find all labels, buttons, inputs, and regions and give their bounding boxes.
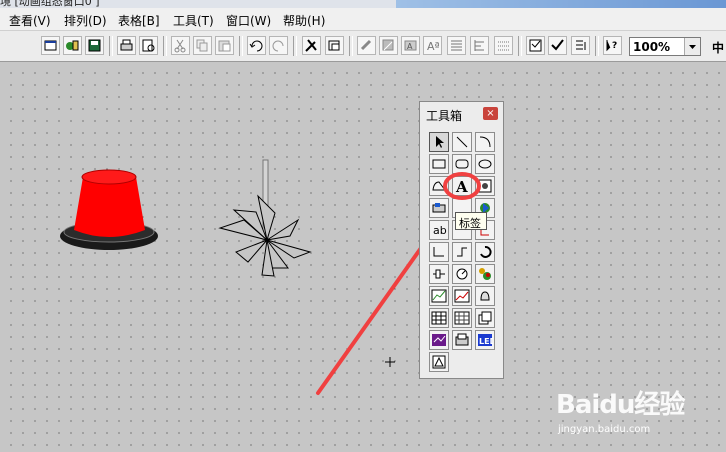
symbol-library-tool[interactable]	[429, 352, 449, 372]
menu-view[interactable]: 查看(V)	[9, 12, 51, 29]
distribute-button[interactable]	[470, 36, 489, 55]
tools-button[interactable]	[302, 36, 321, 55]
svg-text:ab: ab	[433, 224, 447, 237]
print-preview-button[interactable]	[139, 36, 158, 55]
menu-bar: 查看(V) 排列(D) 表格[B] 工具(T) 窗口(W) 帮助(H)	[0, 8, 726, 31]
watermark-url: jingyan.baidu.com	[558, 424, 651, 435]
animation-tool[interactable]	[475, 264, 495, 284]
layers-tool[interactable]	[475, 308, 495, 328]
toolbox-header[interactable]: 工具箱 ×	[420, 102, 503, 124]
title-bar: 境 [动画组态窗口0 ]	[0, 0, 726, 8]
paste-button[interactable]	[215, 36, 234, 55]
format-brush-button[interactable]	[357, 36, 376, 55]
pipe-elbow-tool[interactable]	[452, 242, 472, 262]
history-trend-tool[interactable]	[452, 286, 472, 306]
tooltip: 标签	[455, 212, 487, 230]
pipe-tool[interactable]	[429, 242, 449, 262]
title-bar-gradient	[396, 0, 726, 8]
trend-chart-tool[interactable]	[429, 286, 449, 306]
menu-window[interactable]: 窗口(W)	[226, 12, 271, 29]
standard-button-tool[interactable]	[429, 198, 449, 218]
line-color-button[interactable]: A	[401, 36, 420, 55]
rectangle-tool[interactable]	[429, 154, 449, 174]
zoom-select[interactable]: 100%	[629, 37, 701, 56]
font-button[interactable]: Aª	[423, 36, 442, 55]
menu-tools[interactable]: 工具(T)	[173, 12, 214, 29]
frame-button[interactable]	[325, 36, 344, 55]
bitmap-tool[interactable]	[475, 176, 495, 196]
properties-button[interactable]	[526, 36, 545, 55]
toolbar-trailing-label: 中	[712, 41, 725, 55]
chevron-down-icon[interactable]	[684, 38, 700, 55]
alarm-bell-tool[interactable]	[475, 286, 495, 306]
watermark-brand: Baidu经验	[556, 390, 685, 420]
grid-button[interactable]	[494, 36, 513, 55]
led-display-tool[interactable]: LED	[475, 330, 495, 350]
cut-button[interactable]	[171, 36, 190, 55]
open-button[interactable]	[63, 36, 82, 55]
tooltip-label: 标签	[459, 217, 481, 230]
undo-button[interactable]	[247, 36, 266, 55]
save-button[interactable]	[85, 36, 104, 55]
curve-tool[interactable]	[429, 330, 449, 350]
align-button[interactable]	[447, 36, 466, 55]
copy-button[interactable]	[193, 36, 212, 55]
toolbox-panel: 工具箱 × A ab LED	[419, 101, 504, 379]
svg-text:A: A	[455, 178, 468, 194]
report-tool[interactable]	[452, 308, 472, 328]
svg-text:Aª: Aª	[427, 40, 440, 53]
zoom-value: 100%	[633, 40, 671, 54]
line-tool[interactable]	[452, 132, 472, 152]
toolbox-title: 工具箱	[426, 109, 463, 123]
list-button[interactable]	[571, 36, 590, 55]
text-input-tool[interactable]: ab	[429, 220, 449, 240]
label-tool[interactable]: A	[452, 176, 472, 196]
toolbar: A Aª ? 100% 中	[0, 31, 726, 62]
polygon-tool[interactable]	[429, 176, 449, 196]
redo-button[interactable]	[269, 36, 288, 55]
svg-text:?: ?	[612, 41, 617, 51]
fill-color-button[interactable]	[379, 36, 398, 55]
window-title: 境 [动画组态窗口0 ]	[0, 0, 100, 8]
svg-text:A: A	[407, 42, 413, 51]
watermark: Baidu经验 jingyan.baidu.com	[556, 374, 726, 452]
menu-arrange[interactable]: 排列(D)	[64, 12, 107, 29]
table-tool[interactable]	[429, 308, 449, 328]
svg-text:LED: LED	[479, 337, 493, 346]
ellipse-tool[interactable]	[475, 154, 495, 174]
slider-tool[interactable]	[429, 264, 449, 284]
pointer-tool[interactable]	[429, 132, 449, 152]
rotate-tool[interactable]	[475, 242, 495, 262]
menu-help[interactable]: 帮助(H)	[283, 12, 325, 29]
arc-tool[interactable]	[475, 132, 495, 152]
close-icon[interactable]: ×	[483, 107, 498, 120]
menu-table[interactable]: 表格[B]	[118, 12, 160, 29]
help-pointer-button[interactable]: ?	[603, 36, 622, 55]
gauge-tool[interactable]	[452, 264, 472, 284]
print-button[interactable]	[117, 36, 136, 55]
print-report-tool[interactable]	[452, 330, 472, 350]
new-window-button[interactable]	[41, 36, 60, 55]
rounded-rectangle-tool[interactable]	[452, 154, 472, 174]
check-button[interactable]	[548, 36, 567, 55]
